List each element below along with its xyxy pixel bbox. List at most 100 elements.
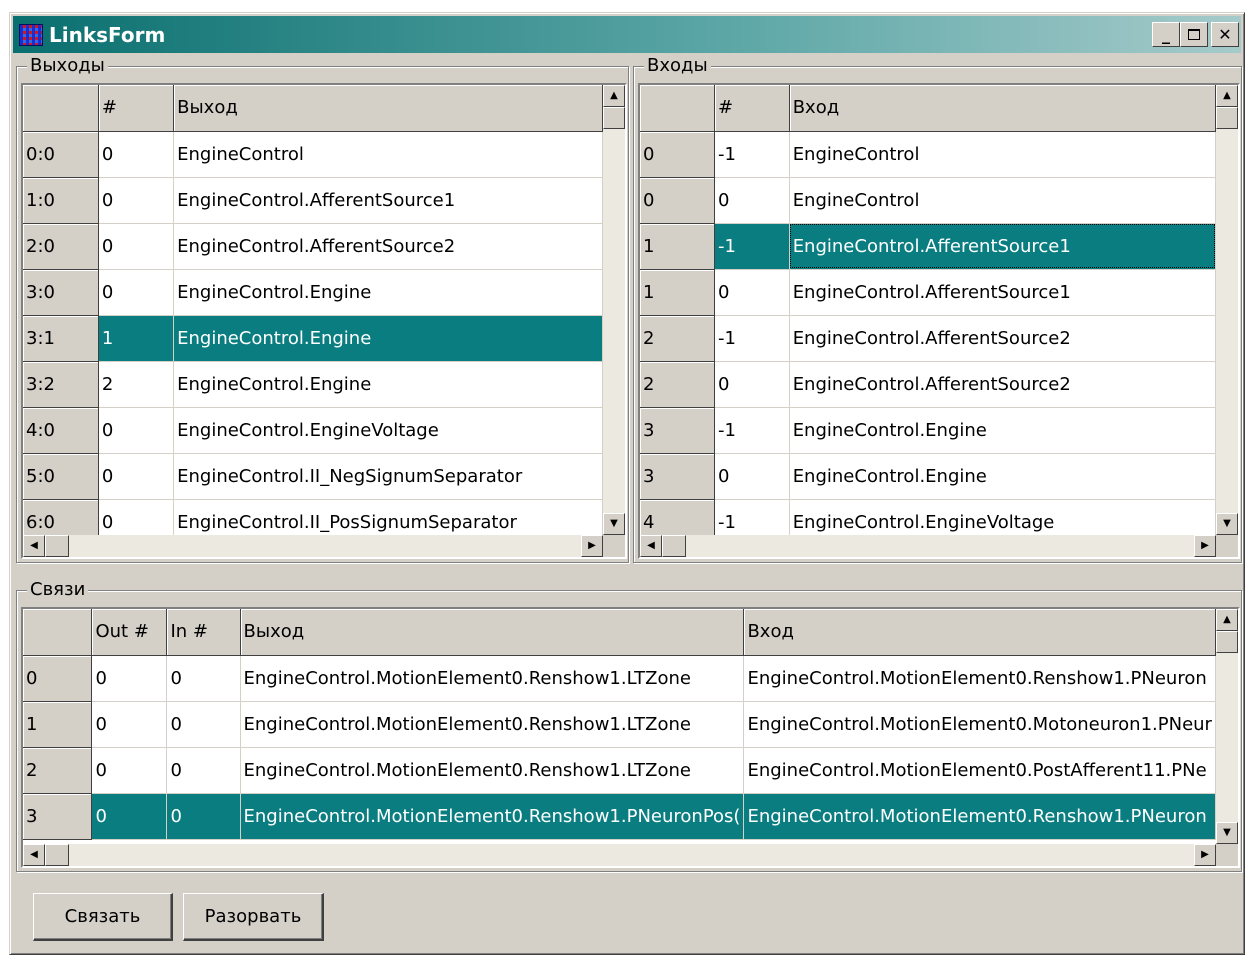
links-horizontal-scrollbar[interactable]: ◀ ▶ bbox=[23, 844, 1216, 866]
disconnect-button[interactable]: Разорвать bbox=[183, 893, 324, 941]
scroll-left-icon[interactable]: ◀ bbox=[23, 844, 45, 866]
links-vscroll-thumb[interactable] bbox=[1216, 631, 1238, 653]
links-cell-output[interactable]: EngineControl.MotionElement0.Renshow1.LT… bbox=[240, 747, 745, 794]
inputs-row[interactable]: 2 -1 EngineControl.AfferentSource2 bbox=[640, 315, 1216, 362]
links-grid[interactable]: Out # In # Выход Вход 0 0 0 EngineControl.M… bbox=[21, 607, 1240, 868]
inputs-cell-input[interactable]: EngineControl.AfferentSource2 bbox=[789, 361, 1216, 408]
outputs-cell-index[interactable]: 2:0 bbox=[23, 223, 99, 270]
outputs-row[interactable]: 3:0 0 EngineControl.Engine bbox=[23, 269, 603, 316]
inputs-cell-number[interactable]: -1 bbox=[714, 131, 790, 178]
outputs-cell-number[interactable]: 1 bbox=[98, 315, 175, 362]
outputs-cell-index[interactable]: 5:0 bbox=[23, 453, 99, 500]
outputs-grid[interactable]: # Выход 0:0 0 EngineControl 1:0 0 EngineContr… bbox=[21, 83, 627, 559]
inputs-cell-index[interactable]: 2 bbox=[640, 361, 715, 408]
inputs-cell-index[interactable]: 4 bbox=[640, 499, 715, 535]
inputs-cell-number[interactable]: 0 bbox=[714, 269, 790, 316]
outputs-cell-number[interactable]: 0 bbox=[98, 177, 175, 224]
inputs-cell-index[interactable]: 1 bbox=[640, 223, 715, 270]
outputs-cell-index[interactable]: 4:0 bbox=[23, 407, 99, 454]
outputs-horizontal-scrollbar[interactable]: ◀ ▶ bbox=[23, 535, 603, 557]
outputs-cell-index[interactable]: 3:0 bbox=[23, 269, 99, 316]
inputs-cell-index[interactable]: 1 bbox=[640, 269, 715, 316]
connect-button[interactable]: Связать bbox=[33, 893, 173, 941]
close-button[interactable]: ✕ bbox=[1211, 22, 1239, 47]
links-cell-output[interactable]: EngineControl.MotionElement0.Renshow1.LT… bbox=[240, 701, 745, 748]
inputs-cell-index[interactable]: 2 bbox=[640, 315, 715, 362]
links-cell-input[interactable]: EngineControl.MotionElement0.Renshow1.PN… bbox=[743, 655, 1216, 702]
inputs-cell-input[interactable]: EngineControl.AfferentSource2 bbox=[789, 315, 1216, 362]
outputs-cell-output[interactable]: EngineControl bbox=[173, 131, 603, 178]
scroll-right-icon[interactable]: ▶ bbox=[1194, 535, 1216, 557]
outputs-cell-number[interactable]: 0 bbox=[98, 499, 175, 535]
scroll-down-icon[interactable]: ▼ bbox=[1216, 513, 1238, 535]
maximize-button[interactable] bbox=[1180, 22, 1208, 47]
inputs-cell-number[interactable]: 0 bbox=[714, 453, 790, 500]
scroll-left-icon[interactable]: ◀ bbox=[23, 535, 45, 557]
inputs-cell-number[interactable]: -1 bbox=[714, 407, 790, 454]
links-cell-out-number[interactable]: 0 bbox=[91, 701, 168, 748]
inputs-cell-number[interactable]: -1 bbox=[714, 223, 790, 270]
scroll-down-icon[interactable]: ▼ bbox=[603, 513, 625, 535]
links-vertical-scrollbar[interactable]: ▲ ▼ bbox=[1216, 609, 1238, 844]
inputs-header-input[interactable]: Вход bbox=[789, 85, 1216, 132]
outputs-row[interactable]: 6:0 0 EngineControl.II_PosSignumSeparator bbox=[23, 499, 603, 535]
inputs-cell-index[interactable]: 3 bbox=[640, 407, 715, 454]
links-cell-index[interactable]: 3 bbox=[23, 793, 93, 840]
outputs-header-output[interactable]: Выход bbox=[173, 85, 603, 132]
links-cell-in-number[interactable]: 0 bbox=[166, 701, 241, 748]
inputs-cell-input[interactable]: EngineControl bbox=[789, 177, 1216, 224]
inputs-row[interactable]: 3 0 EngineControl.Engine bbox=[640, 453, 1216, 500]
scroll-up-icon[interactable]: ▲ bbox=[603, 85, 625, 107]
links-header-input[interactable]: Вход bbox=[743, 609, 1216, 656]
inputs-row[interactable]: 0 -1 EngineControl bbox=[640, 131, 1216, 178]
inputs-cell-input[interactable]: EngineControl.AfferentSource1 bbox=[789, 223, 1216, 270]
outputs-cell-number[interactable]: 2 bbox=[98, 361, 175, 408]
inputs-cell-number[interactable]: -1 bbox=[714, 499, 790, 535]
outputs-cell-output[interactable]: EngineControl.Engine bbox=[173, 315, 603, 362]
scroll-right-icon[interactable]: ▶ bbox=[581, 535, 603, 557]
inputs-cell-number[interactable]: 0 bbox=[714, 361, 790, 408]
inputs-row[interactable]: 1 0 EngineControl.AfferentSource1 bbox=[640, 269, 1216, 316]
links-cell-out-number[interactable]: 0 bbox=[91, 655, 168, 702]
links-cell-out-number[interactable]: 0 bbox=[91, 747, 168, 794]
links-cell-index[interactable]: 1 bbox=[23, 701, 93, 748]
links-row[interactable]: 3 0 0 EngineControl.MotionElement0.Renshow1… bbox=[23, 793, 1216, 840]
links-cell-input[interactable]: EngineControl.MotionElement0.Motoneuron1… bbox=[743, 701, 1216, 748]
inputs-cell-index[interactable]: 0 bbox=[640, 177, 715, 224]
scroll-up-icon[interactable]: ▲ bbox=[1216, 609, 1238, 631]
links-header-output[interactable]: Выход bbox=[240, 609, 745, 656]
inputs-row[interactable]: 4 -1 EngineControl.EngineVoltage bbox=[640, 499, 1216, 535]
inputs-grid[interactable]: # Вход 0 -1 EngineControl 0 0 EngineControl 1-… bbox=[638, 83, 1240, 559]
inputs-header-number[interactable]: # bbox=[714, 85, 790, 132]
outputs-row[interactable]: 1:0 0 EngineControl.AfferentSource1 bbox=[23, 177, 603, 224]
inputs-horizontal-scrollbar[interactable]: ◀ ▶ bbox=[640, 535, 1216, 557]
outputs-cell-output[interactable]: EngineControl.AfferentSource2 bbox=[173, 223, 603, 270]
outputs-row[interactable]: 4:0 0 EngineControl.EngineVoltage bbox=[23, 407, 603, 454]
outputs-vertical-scrollbar[interactable]: ▲ ▼ bbox=[603, 85, 625, 535]
scroll-left-icon[interactable]: ◀ bbox=[640, 535, 662, 557]
inputs-row[interactable]: 0 0 EngineControl bbox=[640, 177, 1216, 224]
links-row[interactable]: 1 0 0 EngineControl.MotionElement0.Renshow1… bbox=[23, 701, 1216, 748]
links-header-out-number[interactable]: Out # bbox=[91, 609, 168, 656]
links-row[interactable]: 2 0 0 EngineControl.MotionElement0.Renshow1… bbox=[23, 747, 1216, 794]
inputs-cell-input[interactable]: EngineControl bbox=[789, 131, 1216, 178]
inputs-cell-number[interactable]: -1 bbox=[714, 315, 790, 362]
outputs-cell-output[interactable]: EngineControl.Engine bbox=[173, 269, 603, 316]
inputs-cell-input[interactable]: EngineControl.AfferentSource1 bbox=[789, 269, 1216, 316]
outputs-row[interactable]: 2:0 0 EngineControl.AfferentSource2 bbox=[23, 223, 603, 270]
outputs-row[interactable]: 0:0 0 EngineControl bbox=[23, 131, 603, 178]
links-cell-input[interactable]: EngineControl.MotionElement0.PostAfferen… bbox=[743, 747, 1216, 794]
title-bar[interactable]: LinksForm _ ✕ bbox=[13, 16, 1241, 53]
links-hscroll-thumb[interactable] bbox=[45, 844, 69, 866]
scroll-right-icon[interactable]: ▶ bbox=[1194, 844, 1216, 866]
outputs-cell-number[interactable]: 0 bbox=[98, 453, 175, 500]
scroll-up-icon[interactable]: ▲ bbox=[1216, 85, 1238, 107]
outputs-cell-index[interactable]: 0:0 bbox=[23, 131, 99, 178]
outputs-row[interactable]: 3:2 2 EngineControl.Engine bbox=[23, 361, 603, 408]
inputs-hscroll-thumb[interactable] bbox=[662, 535, 686, 557]
outputs-cell-index[interactable]: 3:1 bbox=[23, 315, 99, 362]
links-cell-output[interactable]: EngineControl.MotionElement0.Renshow1.LT… bbox=[240, 655, 745, 702]
links-cell-index[interactable]: 2 bbox=[23, 747, 93, 794]
links-cell-in-number[interactable]: 0 bbox=[166, 655, 241, 702]
inputs-row[interactable]: 2 0 EngineControl.AfferentSource2 bbox=[640, 361, 1216, 408]
